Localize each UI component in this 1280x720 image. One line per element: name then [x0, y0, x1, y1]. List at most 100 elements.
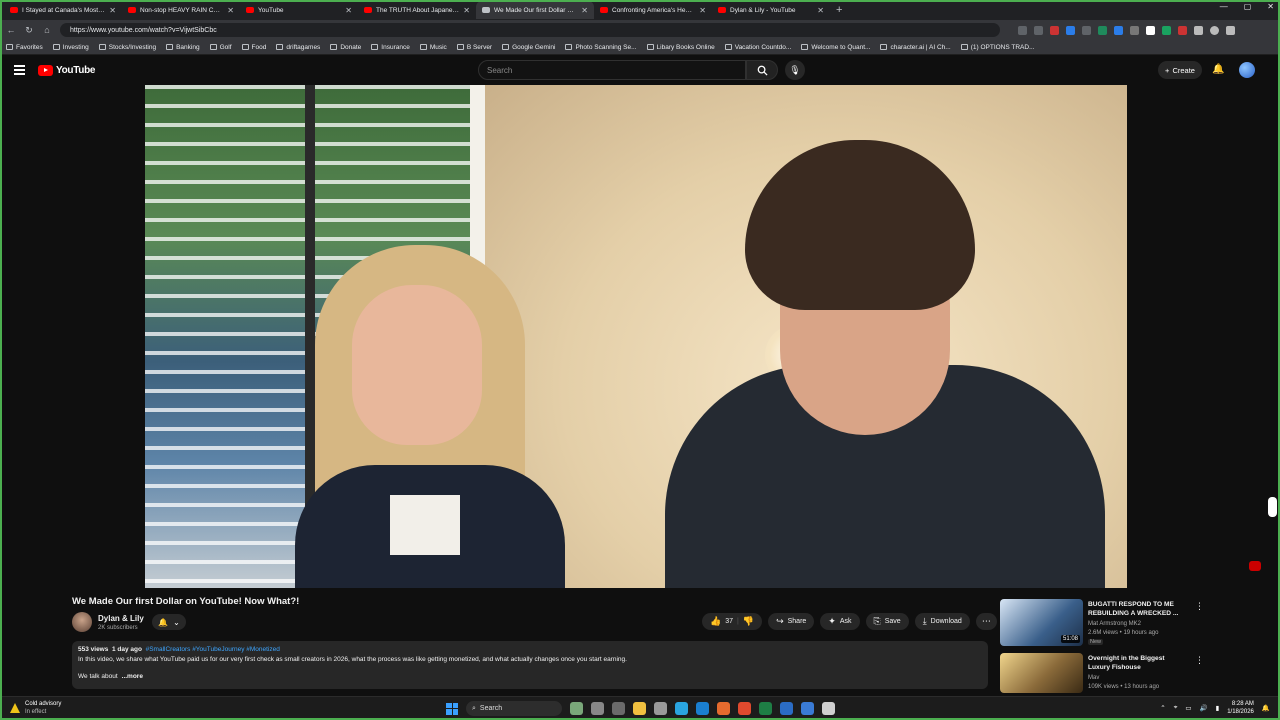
- excel-icon[interactable]: [759, 702, 772, 715]
- recommendation-title[interactable]: Overnight in the Biggest Luxury Fishouse: [1088, 654, 1180, 672]
- app-icon[interactable]: [654, 702, 667, 715]
- tab[interactable]: Confronting America's Health Epi✕: [594, 1, 712, 19]
- recommendation-item[interactable]: Overnight in the Biggest Luxury Fishouse…: [1000, 653, 1275, 701]
- bookmark-item[interactable]: Libary Books Online: [646, 44, 715, 51]
- back-icon[interactable]: ←: [6, 25, 16, 35]
- task-view-icon[interactable]: [591, 702, 604, 715]
- tab[interactable]: YouTube ✕: [240, 1, 358, 19]
- new-tab-button[interactable]: +: [836, 4, 842, 16]
- recommendation-item[interactable]: 51:08 BUGATTI RESPOND TO ME REBUILDING A…: [1000, 599, 1275, 647]
- minimize-icon[interactable]: —: [1220, 2, 1228, 11]
- create-button[interactable]: + Create: [1158, 61, 1202, 79]
- recommendation-title[interactable]: BUGATTI RESPOND TO ME REBUILDING A WRECK…: [1088, 600, 1180, 618]
- thumbs-down-icon[interactable]: 👎: [743, 616, 754, 627]
- tab[interactable]: I Stayed at Canada's Most Famous✕: [4, 1, 122, 19]
- close-icon[interactable]: ✕: [345, 6, 352, 15]
- close-window-icon[interactable]: ✕: [1267, 2, 1274, 11]
- youtube-logo[interactable]: YouTube: [38, 65, 96, 76]
- bookmark-item[interactable]: Favorites: [6, 44, 43, 51]
- bookmark-item[interactable]: Vacation Countdo...: [724, 44, 791, 51]
- microphone-icon[interactable]: 🎙: [785, 60, 805, 80]
- hashtags[interactable]: #SmallCreators #YouTubeJourney #Monetize…: [146, 646, 280, 653]
- bookmark-item[interactable]: character.ai | AI Ch...: [880, 44, 951, 51]
- extension-icon[interactable]: [1162, 25, 1171, 35]
- close-icon[interactable]: ✕: [227, 6, 234, 15]
- edge-icon[interactable]: [696, 702, 709, 715]
- battery-icon[interactable]: ▮: [1216, 704, 1220, 712]
- widgets-app-icon[interactable]: [570, 702, 583, 715]
- search-button[interactable]: [746, 60, 778, 80]
- bookmark-item[interactable]: Photo Scanning Se...: [565, 44, 637, 51]
- bookmark-item[interactable]: driftagames: [276, 44, 320, 51]
- bookmark-item[interactable]: Stocks/Investing: [98, 44, 156, 51]
- side-badge-icon[interactable]: [1249, 561, 1261, 571]
- more-dots-icon[interactable]: ⋮: [1195, 655, 1204, 666]
- firefox-icon[interactable]: [717, 702, 730, 715]
- tab[interactable]: The TRUTH About Japanese Future✕: [358, 1, 476, 19]
- extension-icon[interactable]: [1130, 25, 1139, 35]
- close-icon[interactable]: ✕: [109, 6, 116, 15]
- show-more-link[interactable]: ...more: [122, 673, 143, 680]
- profile-icon[interactable]: [1210, 25, 1219, 35]
- extension-icon[interactable]: [1098, 25, 1107, 35]
- close-icon[interactable]: ✕: [463, 6, 470, 15]
- app-icon[interactable]: [801, 702, 814, 715]
- maximize-icon[interactable]: ▢: [1244, 2, 1252, 11]
- bookmark-item[interactable]: (1) OPTIONS TRAD...: [960, 44, 1035, 51]
- ask-button[interactable]: ✦ Ask: [820, 613, 860, 630]
- extension-icon[interactable]: [1114, 25, 1123, 35]
- bookmark-item[interactable]: Donate: [330, 44, 361, 51]
- account-avatar[interactable]: [1239, 62, 1255, 78]
- close-icon[interactable]: ✕: [581, 6, 588, 15]
- side-overlay-control[interactable]: [1268, 497, 1277, 517]
- bookmark-item[interactable]: B Server: [456, 44, 492, 51]
- network-icon[interactable]: ▭: [1185, 704, 1191, 712]
- extension-icon[interactable]: [1066, 25, 1075, 35]
- location-icon[interactable]: ⌖: [1174, 704, 1178, 712]
- brave-icon[interactable]: [738, 702, 751, 715]
- notifications-icon[interactable]: 🔔: [1262, 704, 1270, 712]
- windows-start-icon[interactable]: [446, 702, 458, 715]
- app-icon[interactable]: [780, 702, 793, 715]
- settings-app-icon[interactable]: [612, 702, 625, 715]
- description-box[interactable]: 553 views 1 day ago #SmallCreators #YouT…: [72, 641, 988, 689]
- address-bar[interactable]: https://www.youtube.com/watch?v=VijwtSib…: [60, 23, 1000, 37]
- reload-icon[interactable]: ↻: [24, 25, 34, 36]
- video-player[interactable]: [145, 85, 1127, 588]
- extension-icon[interactable]: [1082, 25, 1091, 35]
- search-input[interactable]: Search: [478, 60, 746, 80]
- bookmark-item[interactable]: Banking: [166, 44, 200, 51]
- close-icon[interactable]: ✕: [817, 6, 824, 15]
- file-explorer-icon[interactable]: [633, 702, 646, 715]
- save-button[interactable]: ⎘ Save: [865, 613, 909, 630]
- chrome-icon[interactable]: [675, 702, 688, 715]
- like-button[interactable]: 👍 37 | 👎: [702, 613, 763, 630]
- close-icon[interactable]: ✕: [699, 6, 706, 15]
- volume-icon[interactable]: 🔊: [1200, 704, 1208, 712]
- menu-icon[interactable]: [14, 65, 25, 75]
- notifications-bell-icon[interactable]: 🔔: [1212, 64, 1224, 75]
- tab[interactable]: Dylan & Lily - YouTube ✕: [712, 1, 830, 19]
- star-icon[interactable]: [1034, 25, 1043, 35]
- extension-icon[interactable]: [1050, 25, 1059, 35]
- bookmark-item[interactable]: Investing: [52, 44, 89, 51]
- bookmark-item[interactable]: Welcome to Quant...: [801, 44, 870, 51]
- menu-dots-icon[interactable]: [1226, 25, 1235, 35]
- extension-icon[interactable]: [1178, 25, 1187, 35]
- extension-icon[interactable]: [1018, 25, 1027, 35]
- clock[interactable]: 8:28 AM 1/18/2026: [1227, 700, 1254, 716]
- recommendation-thumbnail[interactable]: [1000, 653, 1083, 693]
- chevron-up-icon[interactable]: ⌃: [1160, 704, 1165, 712]
- bookmark-item[interactable]: Google Gemini: [502, 44, 555, 51]
- recommendation-thumbnail[interactable]: 51:08: [1000, 599, 1083, 646]
- bookmark-item[interactable]: Music: [419, 44, 447, 51]
- more-actions-button[interactable]: ⋯: [975, 613, 997, 630]
- share-button[interactable]: ↪ Share: [768, 613, 815, 630]
- extension-icon[interactable]: [1194, 25, 1203, 35]
- channel-name[interactable]: Dylan & Lily: [98, 614, 144, 623]
- subscribed-bell-button[interactable]: 🔔 ⌄: [152, 614, 186, 630]
- tab[interactable]: Non-stop HEAVY RAIN CAMPING✕: [122, 1, 240, 19]
- channel-avatar[interactable]: [72, 612, 92, 632]
- weather-widget[interactable]: Cold advisory In effect: [10, 700, 61, 716]
- bookmark-item[interactable]: Golf: [209, 44, 232, 51]
